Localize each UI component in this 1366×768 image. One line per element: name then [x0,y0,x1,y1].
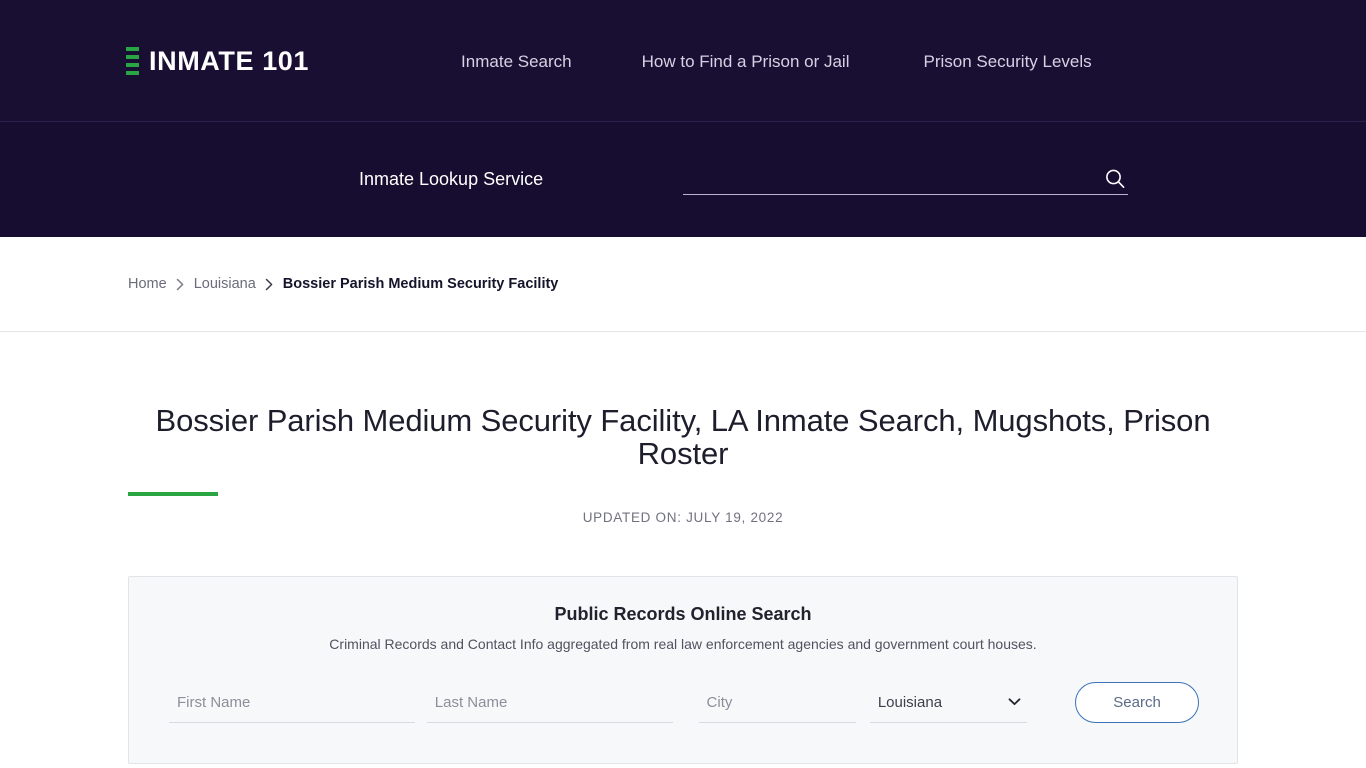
nav-item-how-to-find-a-prison-or-jail[interactable]: How to Find a Prison or Jail [642,53,850,70]
lookup-service-label: Inmate Lookup Service [359,169,544,189]
city-input[interactable] [698,683,856,722]
nav-item-prison-security-levels[interactable]: Prison Security Levels [923,53,1091,70]
panel-title: Public Records Online Search [554,604,812,625]
main-content: Bossier Parish Medium Security Facility,… [0,332,1366,765]
lookup-search-field[interactable] [683,164,1128,195]
title-accent-rule [128,492,218,497]
last-name-field[interactable] [426,683,673,723]
city-field[interactable] [698,683,856,723]
inmate-lookup-bar: Inmate Lookup Service [0,122,1366,237]
state-select[interactable]: Louisiana [869,683,1028,722]
updated-on-text: UPDATED ON: JULY 19, 2022 [582,510,784,526]
state-field[interactable]: Louisiana [869,683,1028,723]
first-name-field[interactable] [169,683,415,723]
search-icon [1106,169,1125,189]
public-records-panel: Public Records Online Search Criminal Re… [128,576,1238,765]
page-title: Bossier Parish Medium Security Facility,… [155,403,1211,472]
primary-nav: Inmate Search How to Find a Prison or Ja… [461,53,1092,70]
lookup-search-button[interactable] [1102,168,1128,192]
breadcrumb-item-louisiana[interactable]: Louisiana [194,276,256,292]
breadcrumb-item-home[interactable]: Home [128,276,167,292]
breadcrumb-current: Bossier Parish Medium Security Facility [282,276,559,292]
panel-subtitle: Criminal Records and Contact Info aggreg… [329,636,1037,653]
records-search-button[interactable]: Search [1075,682,1199,724]
lookup-search-input[interactable] [683,164,1094,192]
chevron-right-icon [176,278,185,291]
first-name-input[interactable] [169,683,415,722]
site-header: INMATE 101 Inmate Search How to Find a P… [0,0,1366,122]
last-name-input[interactable] [426,683,673,722]
public-records-form: Louisiana Search [167,682,1199,724]
breadcrumb-bar: Home Louisiana Bossier Parish Medium Sec… [0,237,1366,332]
brand-name: INMATE 101 [149,45,310,76]
nav-item-inmate-search[interactable]: Inmate Search [461,53,572,70]
chevron-right-icon [265,278,274,291]
breadcrumb: Home Louisiana Bossier Parish Medium Sec… [128,276,558,292]
brand-logo[interactable]: INMATE 101 [126,46,309,77]
logo-bars-icon [126,46,139,76]
